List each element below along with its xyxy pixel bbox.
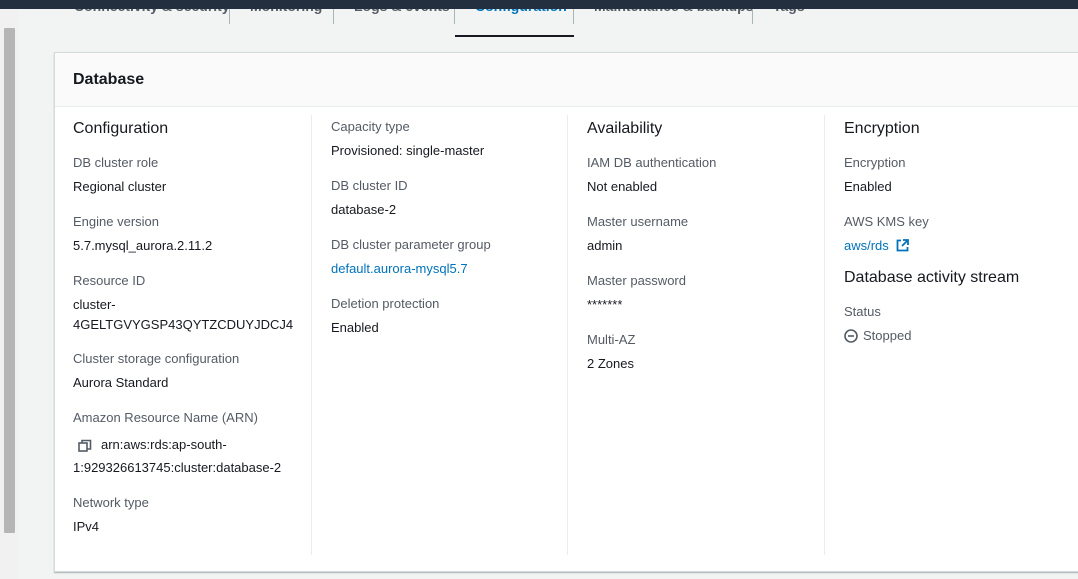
activity-status-label: Status	[844, 304, 881, 319]
active-tab-indicator	[455, 35, 574, 37]
arn-row: arn:aws:rds:ap-south-	[73, 430, 311, 456]
arn-field: Amazon Resource Name (ARN) arn:aws:rds:a…	[73, 406, 311, 479]
configuration-heading: Configuration	[73, 120, 169, 137]
master-password-value: *******	[587, 297, 623, 312]
resource-id-value-line1: cluster-	[73, 297, 116, 312]
storage-config-label: Cluster storage configuration	[73, 351, 240, 366]
resource-id-label: Resource ID	[73, 273, 146, 288]
top-bar	[0, 0, 1078, 9]
capacity-column: Capacity type Provisioned: single-master…	[311, 115, 567, 555]
db-cluster-role-label: DB cluster role	[73, 155, 159, 170]
copy-icon[interactable]	[78, 439, 92, 453]
resource-id-field: Resource ID cluster- 4GELTGVYGSP43QYTZCD…	[73, 269, 311, 335]
encryption-field: Encryption Enabled	[844, 151, 1078, 198]
external-link-icon[interactable]	[896, 239, 910, 252]
engine-version-field: Engine version 5.7.mysql_aurora.2.11.2	[73, 210, 311, 257]
storage-config-field: Cluster storage configuration Aurora Sta…	[73, 347, 311, 394]
capacity-type-value: Provisioned: single-master	[331, 143, 485, 158]
encryption-heading: Encryption	[844, 120, 920, 137]
capacity-type-label: Capacity type	[331, 119, 410, 134]
resource-id-value: cluster- 4GELTGVYGSP43QYTZCDUYJDCJ4	[73, 293, 311, 335]
master-password-label: Master password	[587, 273, 686, 288]
parameter-group-link[interactable]: default.aurora-mysql5.7	[331, 257, 567, 280]
deletion-protection-label: Deletion protection	[331, 296, 440, 311]
storage-config-value: Aurora Standard	[73, 375, 169, 390]
master-username-field: Master username admin	[587, 210, 824, 257]
tab-tags[interactable]: Tags	[752, 9, 825, 24]
parameter-group-field: DB cluster parameter group default.auror…	[331, 233, 567, 280]
master-username-value: admin	[587, 238, 623, 253]
kms-key-field: AWS KMS key aws/rds	[844, 210, 1078, 257]
database-panel: Database Configuration DB cluster role R…	[54, 52, 1078, 572]
encryption-label: Encryption	[844, 155, 906, 170]
engine-version-label: Engine version	[73, 214, 159, 229]
activity-stream-heading: Database activity stream	[844, 269, 1020, 286]
master-username-label: Master username	[587, 214, 689, 229]
multi-az-field: Multi-AZ 2 Zones	[587, 328, 824, 375]
tab-maintenance-backups[interactable]: Maintenance & backups	[573, 9, 774, 24]
network-type-value: IPv4	[73, 519, 100, 534]
multi-az-value: 2 Zones	[587, 356, 634, 371]
stopped-status-icon	[844, 328, 858, 343]
encryption-column: Encryption Encryption Enabled AWS KMS ke…	[824, 115, 1078, 555]
db-cluster-id-label: DB cluster ID	[331, 178, 408, 193]
db-cluster-id-value: database-2	[331, 202, 397, 217]
network-type-label: Network type	[73, 495, 149, 510]
tab-logs-events[interactable]: Logs & events	[333, 9, 470, 24]
deletion-protection-field: Deletion protection Enabled	[331, 292, 567, 339]
scrollbar[interactable]	[0, 9, 19, 579]
scrollbar-thumb[interactable]	[4, 28, 15, 533]
db-cluster-role-field: DB cluster role Regional cluster	[73, 151, 311, 198]
panel-header: Database	[55, 53, 1078, 107]
availability-heading: Availability	[587, 120, 663, 137]
configuration-column: Configuration DB cluster role Regional c…	[73, 115, 311, 555]
tab-configuration[interactable]: Configuration	[454, 9, 587, 24]
kms-key-row[interactable]: aws/rds	[844, 234, 1078, 257]
master-password-field: Master password *******	[587, 269, 824, 316]
kms-key-label: AWS KMS key	[844, 214, 929, 229]
network-type-field: Network type IPv4	[73, 491, 311, 538]
availability-column: Availability IAM DB authentication Not e…	[567, 115, 824, 555]
iam-auth-value: Not enabled	[587, 179, 658, 194]
activity-status-row: Stopped	[844, 324, 1078, 347]
multi-az-label: Multi-AZ	[587, 332, 636, 347]
db-cluster-id-field: DB cluster ID database-2	[331, 174, 567, 221]
capacity-type-field: Capacity type Provisioned: single-master	[331, 115, 567, 162]
panel-title: Database	[73, 71, 145, 88]
engine-version-value: 5.7.mysql_aurora.2.11.2	[73, 238, 213, 253]
db-cluster-role-value: Regional cluster	[73, 179, 167, 194]
tab-connectivity-security[interactable]: Connectivity & security	[54, 9, 250, 24]
tab-monitoring[interactable]: Monitoring	[229, 9, 342, 24]
kms-key-link[interactable]: aws/rds	[844, 238, 889, 253]
parameter-group-label: DB cluster parameter group	[331, 237, 491, 252]
encryption-value: Enabled	[844, 179, 892, 194]
arn-value-line2: 1:929326613745:cluster:database-2	[73, 460, 282, 475]
deletion-protection-value: Enabled	[331, 320, 379, 335]
arn-value-line1: arn:aws:rds:ap-south-	[101, 437, 227, 452]
arn-label: Amazon Resource Name (ARN)	[73, 410, 258, 425]
iam-auth-label: IAM DB authentication	[587, 155, 717, 170]
activity-status-value: Stopped	[863, 328, 912, 343]
activity-status-field: Status Stopped	[844, 300, 1078, 347]
resource-id-value-line2: 4GELTGVYGSP43QYTZCDUYJDCJ4	[73, 317, 294, 332]
iam-auth-field: IAM DB authentication Not enabled	[587, 151, 824, 198]
tab-bar: Connectivity & security Monitoring Logs …	[54, 9, 1078, 37]
